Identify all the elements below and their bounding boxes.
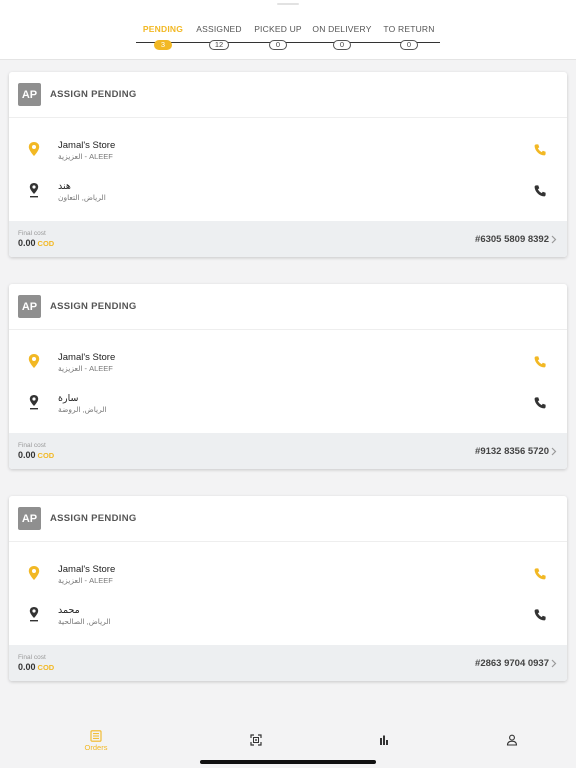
orders-icon bbox=[90, 730, 102, 742]
pickup-address: العزيزية - ALEEF bbox=[58, 364, 113, 373]
pickup-row: Jamal's Store العزيزية - ALEEF bbox=[9, 139, 567, 167]
dropoff-name: محمد bbox=[58, 605, 80, 616]
payment-method: COD bbox=[37, 451, 55, 460]
avatar: AP bbox=[18, 295, 41, 318]
pickup-row: Jamal's Store العزيزية - ALEEF bbox=[9, 563, 567, 591]
chevron-right-icon[interactable] bbox=[551, 447, 557, 456]
order-route: Jamal's Store العزيزية - ALEEF سارة الري… bbox=[9, 330, 567, 433]
dropoff-address: الرياض, الصالحية bbox=[58, 617, 111, 626]
order-card-footer: Final cost 0.00 COD #2863 9704 0937 bbox=[9, 645, 567, 681]
chevron-right-icon[interactable] bbox=[551, 235, 557, 244]
pickup-name: Jamal's Store bbox=[58, 140, 116, 151]
order-number[interactable]: #2863 9704 0937 bbox=[475, 658, 549, 669]
tab-to-return[interactable]: TO RETURN 0 bbox=[364, 24, 454, 52]
tab-count-badge: 0 bbox=[269, 40, 287, 50]
call-pickup-icon[interactable] bbox=[533, 143, 547, 157]
order-card-header: AP ASSIGN PENDING bbox=[9, 284, 567, 330]
scan-icon bbox=[250, 734, 262, 746]
final-cost-label: Final cost bbox=[18, 230, 46, 237]
tab-count-badge: 12 bbox=[208, 40, 230, 50]
pickup-pin-icon bbox=[28, 566, 40, 580]
status-tabs-bar: PENDING 3 ASSIGNED 12 PICKED UP 0 ON DEL… bbox=[0, 0, 576, 60]
cost-amount: 0.00 bbox=[18, 450, 36, 460]
order-card[interactable]: AP ASSIGN PENDING Jamal's Store العزيزية… bbox=[9, 284, 567, 469]
call-customer-icon[interactable] bbox=[533, 396, 547, 410]
order-card[interactable]: AP ASSIGN PENDING Jamal's Store العزيزية… bbox=[9, 72, 567, 257]
tab-count-badge: 0 bbox=[333, 40, 351, 50]
profile-icon bbox=[506, 734, 518, 746]
call-pickup-icon[interactable] bbox=[533, 355, 547, 369]
cost-amount: 0.00 bbox=[18, 238, 36, 248]
order-route: Jamal's Store العزيزية - ALEEF محمد الري… bbox=[9, 542, 567, 645]
tab-label: TO RETURN bbox=[383, 24, 435, 34]
nav-orders-label: Orders bbox=[84, 743, 108, 752]
order-route: Jamal's Store العزيزية - ALEEF هند الريا… bbox=[9, 118, 567, 221]
avatar: AP bbox=[18, 507, 41, 530]
nav-profile[interactable] bbox=[492, 734, 532, 746]
dropoff-pin-icon bbox=[29, 607, 39, 622]
final-cost-value: 0.00 COD bbox=[18, 662, 54, 672]
final-cost-label: Final cost bbox=[18, 442, 46, 449]
order-status: ASSIGN PENDING bbox=[50, 89, 137, 100]
tab-count-badge: 0 bbox=[400, 40, 418, 50]
final-cost-value: 0.00 COD bbox=[18, 450, 54, 460]
pickup-address: العزيزية - ALEEF bbox=[58, 152, 113, 161]
order-card[interactable]: AP ASSIGN PENDING Jamal's Store العزيزية… bbox=[9, 496, 567, 681]
pickup-name: Jamal's Store bbox=[58, 564, 116, 575]
order-card-header: AP ASSIGN PENDING bbox=[9, 496, 567, 542]
dropoff-row: محمد الرياض, الصالحية bbox=[9, 604, 567, 632]
avatar: AP bbox=[18, 83, 41, 106]
dropoff-name: سارة bbox=[58, 393, 79, 404]
dropoff-name: هند bbox=[58, 181, 71, 192]
cost-amount: 0.00 bbox=[18, 662, 36, 672]
pickup-name: Jamal's Store bbox=[58, 352, 116, 363]
pickup-row: Jamal's Store العزيزية - ALEEF bbox=[9, 351, 567, 379]
home-indicator bbox=[200, 760, 376, 764]
call-customer-icon[interactable] bbox=[533, 184, 547, 198]
payment-method: COD bbox=[37, 663, 55, 672]
dropoff-address: الرياض, التعاون bbox=[58, 193, 106, 202]
order-card-header: AP ASSIGN PENDING bbox=[9, 72, 567, 118]
dropoff-row: سارة الرياض, الروضة bbox=[9, 392, 567, 420]
order-card-footer: Final cost 0.00 COD #9132 8356 5720 bbox=[9, 433, 567, 469]
nav-orders[interactable]: Orders bbox=[76, 730, 116, 752]
final-cost-label: Final cost bbox=[18, 654, 46, 661]
call-customer-icon[interactable] bbox=[533, 608, 547, 622]
payment-method: COD bbox=[37, 239, 55, 248]
call-pickup-icon[interactable] bbox=[533, 567, 547, 581]
order-card-footer: Final cost 0.00 COD #6305 5809 8392 bbox=[9, 221, 567, 257]
chevron-right-icon[interactable] bbox=[551, 659, 557, 668]
dropoff-row: هند الرياض, التعاون bbox=[9, 180, 567, 208]
tab-count-badge: 3 bbox=[154, 40, 172, 50]
final-cost-value: 0.00 COD bbox=[18, 238, 54, 248]
dropoff-address: الرياض, الروضة bbox=[58, 405, 107, 414]
pickup-pin-icon bbox=[28, 354, 40, 368]
order-number[interactable]: #9132 8356 5720 bbox=[475, 446, 549, 457]
top-grabber bbox=[277, 3, 299, 5]
order-status: ASSIGN PENDING bbox=[50, 513, 137, 524]
nav-scan[interactable] bbox=[236, 734, 276, 746]
order-number[interactable]: #6305 5809 8392 bbox=[475, 234, 549, 245]
stats-icon bbox=[380, 735, 388, 745]
nav-stats[interactable] bbox=[364, 734, 404, 746]
order-status: ASSIGN PENDING bbox=[50, 301, 137, 312]
dropoff-pin-icon bbox=[29, 183, 39, 198]
pickup-address: العزيزية - ALEEF bbox=[58, 576, 113, 585]
dropoff-pin-icon bbox=[29, 395, 39, 410]
pickup-pin-icon bbox=[28, 142, 40, 156]
